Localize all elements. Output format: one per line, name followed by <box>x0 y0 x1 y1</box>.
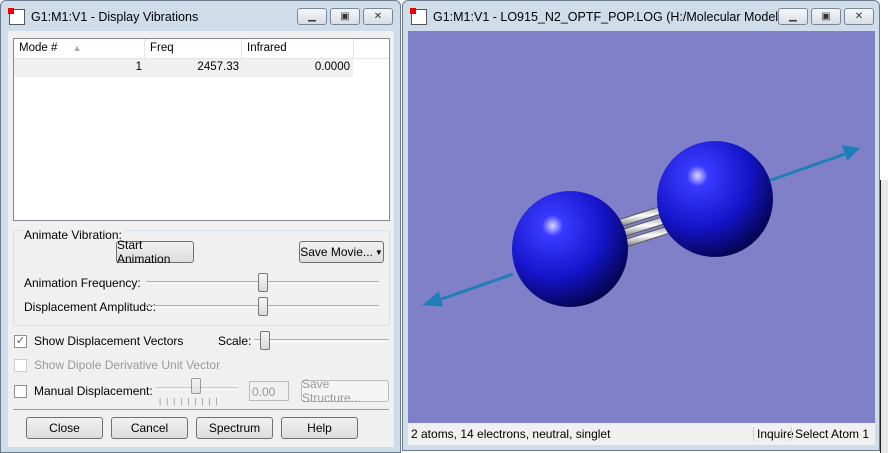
show-vectors-checkbox[interactable]: ✓ <box>14 335 27 348</box>
col-infrared[interactable]: Infrared <box>242 39 354 58</box>
mode-indicator: Inquire <box>753 427 794 441</box>
status-text: 2 atoms, 14 electrons, neutral, singlet <box>411 427 611 441</box>
cell-mode: 1 <box>135 61 142 73</box>
slider-ticks: ||||||||| <box>159 397 223 406</box>
app-icon <box>8 8 25 25</box>
close-window-button[interactable]: ✕ <box>844 8 874 25</box>
save-movie-button[interactable]: Save Movie... ▼ <box>299 241 384 263</box>
scale-label: Scale: <box>218 334 252 348</box>
background-window-edge <box>880 180 888 453</box>
maximize-button[interactable]: ▣ <box>811 8 841 25</box>
table-row[interactable]: 1 2457.33 0.0000 <box>14 59 353 77</box>
manual-displacement-thumb[interactable] <box>191 378 201 394</box>
title-bar: G1:M1:V1 - Display Vibrations <box>8 7 199 27</box>
cell-infrared: 0.0000 <box>314 61 350 73</box>
nitrogen-atom-2[interactable] <box>657 141 773 257</box>
display-vibrations-window: G1:M1:V1 - Display Vibrations ▁ ▣ ✕ Mode… <box>0 0 401 453</box>
cancel-button[interactable]: Cancel <box>111 417 188 439</box>
show-dipole-label: Show Dipole Derivative Unit Vector <box>34 358 221 372</box>
close-button[interactable]: Close <box>26 417 103 439</box>
app-icon <box>410 8 427 25</box>
start-animation-button[interactable]: Start Animation <box>116 238 194 266</box>
cell-freq: 2457.33 <box>197 61 239 73</box>
manual-displacement-label: Manual Displacement: <box>34 384 153 398</box>
minimize-button[interactable]: ▁ <box>778 8 808 25</box>
help-button[interactable]: Help <box>281 417 358 439</box>
animation-frequency-label: Animation Frequency: <box>24 276 141 290</box>
minimize-button[interactable]: ▁ <box>297 8 327 25</box>
displacement-amplitude-label: Displacement Amplitude: <box>24 300 157 314</box>
scale-thumb[interactable] <box>260 331 271 350</box>
displacement-amplitude-thumb[interactable] <box>257 297 268 316</box>
nitrogen-atom-1[interactable] <box>512 191 628 307</box>
spectrum-button[interactable]: Spectrum <box>196 417 273 439</box>
col-freq[interactable]: Freq <box>145 39 242 58</box>
divider <box>13 409 389 410</box>
molecule-viewport[interactable] <box>408 31 875 423</box>
title-bar: G1:M1:V1 - LO915_N2_OPTF_POP.LOG (H:/Mol… <box>410 7 808 27</box>
molecule-view-window: G1:M1:V1 - LO915_N2_OPTF_POP.LOG (H:/Mol… <box>402 0 880 451</box>
dropdown-arrow-icon: ▼ <box>374 247 383 257</box>
animate-group-label: Animate Vibration: <box>22 228 124 242</box>
sort-asc-icon: ▲ <box>72 43 82 53</box>
scale-slider[interactable] <box>254 339 389 342</box>
maximize-button[interactable]: ▣ <box>330 8 360 25</box>
show-vectors-label: Show Displacement Vectors <box>34 334 184 348</box>
window-title: G1:M1:V1 - Display Vibrations <box>31 10 199 24</box>
save-structure-button[interactable]: Save Structure... <box>301 377 389 405</box>
manual-displacement-checkbox[interactable] <box>14 385 27 398</box>
col-mode[interactable]: Mode # ▲ <box>14 39 145 58</box>
window-title: G1:M1:V1 - LO915_N2_OPTF_POP.LOG (H:/Mol… <box>433 10 808 24</box>
show-dipole-checkbox[interactable] <box>14 359 27 372</box>
animation-frequency-thumb[interactable] <box>257 273 268 292</box>
manual-value-field[interactable]: 0.00 <box>249 381 289 401</box>
close-window-button[interactable]: ✕ <box>363 8 393 25</box>
status-bar: 2 atoms, 14 electrons, neutral, singlet … <box>408 423 875 445</box>
modes-table[interactable]: Mode # ▲ Freq Infrared 1 2457.33 0.0000 <box>13 38 390 221</box>
action-indicator: Select Atom 1 <box>791 427 869 441</box>
